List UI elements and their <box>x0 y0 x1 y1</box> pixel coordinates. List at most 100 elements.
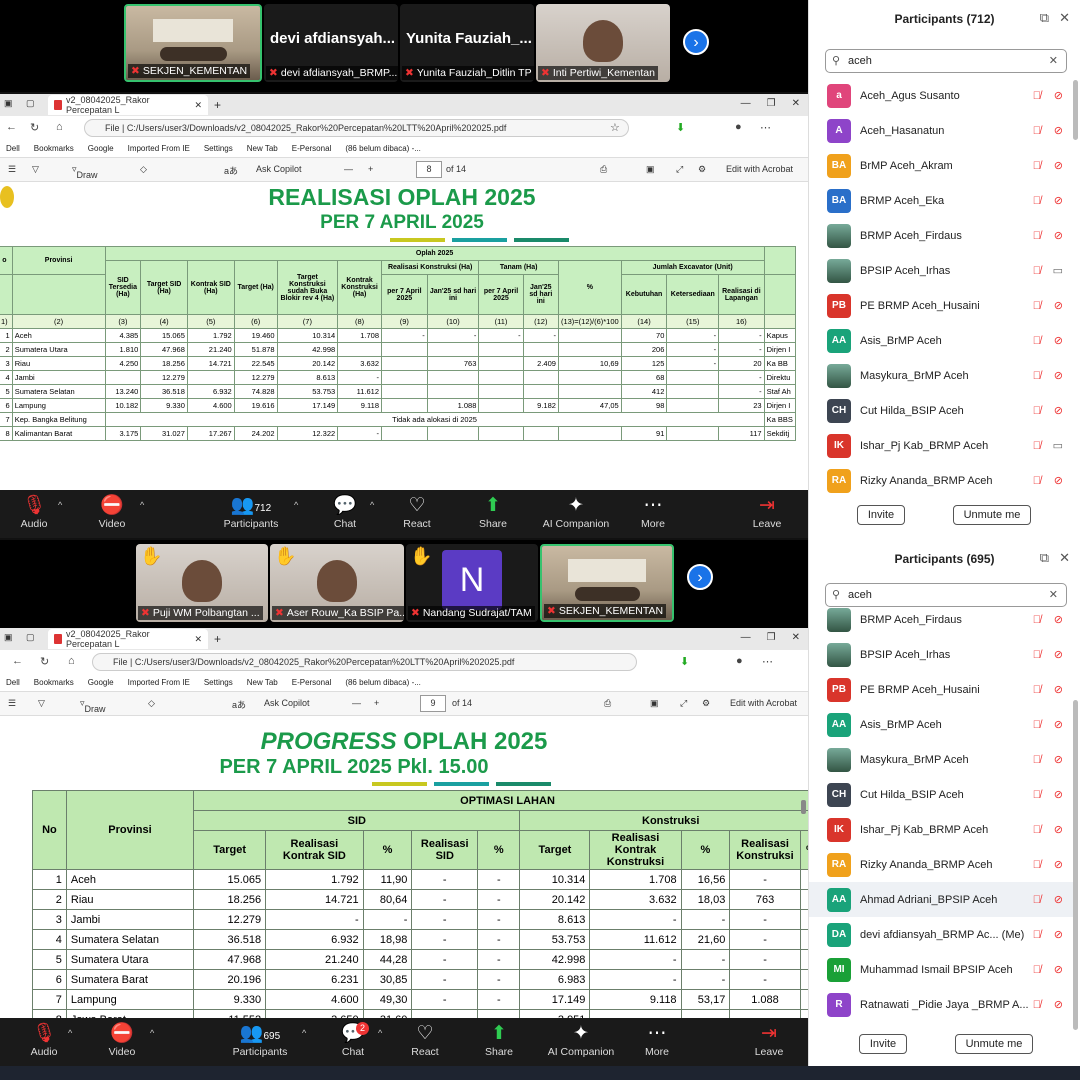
more-button[interactable]: ⋯ More <box>636 494 670 530</box>
chevron-up-icon[interactable]: ^ <box>370 500 374 510</box>
mic-off-icon[interactable]: 🎙̸ <box>1033 475 1041 487</box>
mic-off-icon[interactable]: 🎙̸ <box>1033 859 1041 871</box>
menu-icon[interactable]: ⋯ <box>762 655 773 668</box>
window-icon[interactable]: ▣ <box>4 98 13 109</box>
participant-item[interactable]: A Aceh_Hasanatun 🎙̸ ⊘ <box>809 113 1075 148</box>
mic-off-icon[interactable]: 🎙̸ <box>1033 894 1041 906</box>
erase-icon[interactable]: ◇ <box>140 164 147 175</box>
new-tab-icon[interactable]: + <box>214 632 221 646</box>
bookmark-item[interactable]: Imported From IE <box>128 678 190 687</box>
react-button[interactable]: ♡ React <box>400 494 434 530</box>
mic-off-icon[interactable]: 🎙̸ <box>1033 964 1041 976</box>
mic-off-icon[interactable]: 🎙̸ <box>1033 754 1041 766</box>
leave-button[interactable]: ⇥ Leave <box>750 494 784 530</box>
chat-button[interactable]: 💬 Chat <box>328 494 362 530</box>
unmute-me-button[interactable]: Unmute me <box>955 1034 1033 1054</box>
tabs-icon[interactable]: ▢ <box>26 632 35 643</box>
participant-item[interactable]: BA BrMP Aceh_Akram 🎙̸ ⊘ <box>809 148 1075 183</box>
video-tile[interactable]: Yunita Fauziah_... ✖ Yunita Fauziah_Ditli… <box>400 4 534 82</box>
bookmark-item[interactable]: Dell <box>6 678 20 687</box>
zoom-in-icon[interactable]: + <box>374 698 379 708</box>
mic-off-icon[interactable]: 🎙̸ <box>1033 684 1041 696</box>
video-tile[interactable]: ✖ Inti Pertiwi_Kementan <box>536 4 670 82</box>
back-icon[interactable]: ← <box>12 655 23 667</box>
profile-icon[interactable]: ● <box>736 655 743 667</box>
contents-icon[interactable]: ☰ <box>8 698 16 709</box>
chevron-up-icon[interactable]: ^ <box>294 500 298 510</box>
video-tile[interactable]: devi afdiansyah... ✖ devi afdiansyah_BRMP… <box>264 4 398 82</box>
share-button[interactable]: ⬆ Share <box>482 1022 516 1058</box>
more-button[interactable]: ⋯ More <box>640 1022 674 1058</box>
zoom-out-icon[interactable]: — <box>344 164 353 174</box>
mic-off-icon[interactable]: 🎙̸ <box>1033 160 1041 172</box>
participant-item[interactable]: BRMP Aceh_Firdaus 🎙̸ ⊘ <box>809 602 1075 637</box>
video-button[interactable]: ⛔ Video <box>92 494 132 530</box>
participant-item[interactable]: BRMP Aceh_Firdaus 🎙̸ ⊘ <box>809 218 1075 253</box>
window-icon[interactable]: ▣ <box>4 632 13 643</box>
participant-item[interactable]: CH Cut Hilda_BSIP Aceh 🎙̸ ⊘ <box>809 393 1075 428</box>
chevron-up-icon[interactable]: ^ <box>140 500 144 510</box>
bookmark-item[interactable]: Imported From IE <box>128 144 190 153</box>
participant-item[interactable]: PB PE BRMP Aceh_Husaini 🎙̸ ⊘ <box>809 672 1075 707</box>
bookmark-item[interactable]: E-Personal <box>292 678 332 687</box>
search-input[interactable]: ⚲ aceh ✕ <box>825 49 1067 73</box>
save-icon[interactable]: ▣ <box>646 164 655 175</box>
close-icon[interactable]: ✕ <box>1059 550 1070 566</box>
draw-button[interactable]: ▿ Draw <box>72 164 98 180</box>
scrollbar[interactable] <box>1073 700 1078 1030</box>
bookmark-item[interactable]: New Tab <box>247 144 278 153</box>
chevron-up-icon[interactable]: ^ <box>378 1028 382 1038</box>
mic-off-icon[interactable]: 🎙̸ <box>1033 90 1041 102</box>
contents-icon[interactable]: ☰ <box>8 164 16 175</box>
read-aloud-icon[interactable]: aあ <box>224 164 238 177</box>
close-icon[interactable]: ✕ <box>194 100 202 111</box>
audio-button[interactable]: 🎙 Audio <box>14 494 54 530</box>
video-off-icon[interactable]: ⊘ <box>1054 998 1063 1011</box>
read-aloud-icon[interactable]: aあ <box>232 698 246 711</box>
video-off-icon[interactable]: ⊘ <box>1054 334 1063 347</box>
video-off-icon[interactable]: ⊘ <box>1054 369 1063 382</box>
mic-off-icon[interactable]: 🎙̸ <box>1033 265 1041 277</box>
participant-item[interactable]: RA Rizky Ananda_BRMP Aceh 🎙̸ ⊘ <box>809 847 1075 882</box>
chevron-up-icon[interactable]: ^ <box>150 1028 154 1038</box>
video-on-icon[interactable]: ▭ <box>1053 439 1063 452</box>
video-tile[interactable]: ✖ SEKJEN_KEMENTAN <box>124 4 262 82</box>
erase-icon[interactable]: ◇ <box>148 698 155 709</box>
unmute-me-button[interactable]: Unmute me <box>953 505 1031 525</box>
close-icon[interactable]: ✕ <box>1059 10 1070 26</box>
bookmark-item[interactable]: Settings <box>204 678 233 687</box>
page-number-input[interactable]: 8 <box>416 161 442 178</box>
mic-off-icon[interactable]: 🎙̸ <box>1033 335 1041 347</box>
minimize-icon[interactable]: — <box>741 98 751 109</box>
mic-off-icon[interactable]: 🎙̸ <box>1033 370 1041 382</box>
video-off-icon[interactable]: ⊘ <box>1054 718 1063 731</box>
mic-off-icon[interactable]: 🎙̸ <box>1033 195 1041 207</box>
participant-item[interactable]: a Aceh_Agus Susanto 🎙̸ ⊘ <box>809 78 1075 113</box>
home-icon[interactable]: ⌂ <box>56 121 63 133</box>
participant-item[interactable]: BPSIP Aceh_Irhas 🎙̸ ▭ <box>809 253 1075 288</box>
participant-item[interactable]: IK Ishar_Pj Kab_BRMP Aceh 🎙̸ ⊘ <box>809 812 1075 847</box>
bookmark-item[interactable]: Google <box>88 678 114 687</box>
bookmark-item[interactable]: (86 belum dibaca) -... <box>345 678 421 687</box>
chevron-up-icon[interactable]: ^ <box>58 500 62 510</box>
mic-off-icon[interactable]: 🎙̸ <box>1033 405 1041 417</box>
video-off-icon[interactable]: ⊘ <box>1054 858 1063 871</box>
close-icon[interactable]: ✕ <box>194 634 202 645</box>
popout-icon[interactable]: ⧉ <box>1040 550 1049 566</box>
ask-copilot-button[interactable]: Ask Copilot <box>256 164 302 174</box>
back-icon[interactable]: ← <box>6 121 17 133</box>
refresh-icon[interactable]: ↻ <box>30 121 39 134</box>
audio-button[interactable]: 🎙 Audio <box>24 1022 64 1058</box>
save-icon[interactable]: ▣ <box>650 698 659 709</box>
profile-icon[interactable]: ● <box>735 121 742 133</box>
mic-off-icon[interactable]: 🎙̸ <box>1033 649 1041 661</box>
video-off-icon[interactable]: ⊘ <box>1054 823 1063 836</box>
tabs-icon[interactable]: ▢ <box>26 98 35 109</box>
chevron-up-icon[interactable]: ^ <box>302 1028 306 1038</box>
mic-off-icon[interactable]: 🎙̸ <box>1033 230 1041 242</box>
participant-item[interactable]: MI Muhammad Ismail BPSIP Aceh 🎙̸ ⊘ <box>809 952 1075 987</box>
print-icon[interactable]: ⎙ <box>604 698 611 709</box>
invite-button[interactable]: Invite <box>859 1034 907 1054</box>
clear-icon[interactable]: ✕ <box>1049 50 1058 72</box>
participant-item[interactable]: RA Rizky Ananda_BRMP Aceh 🎙̸ ⊘ <box>809 463 1075 498</box>
